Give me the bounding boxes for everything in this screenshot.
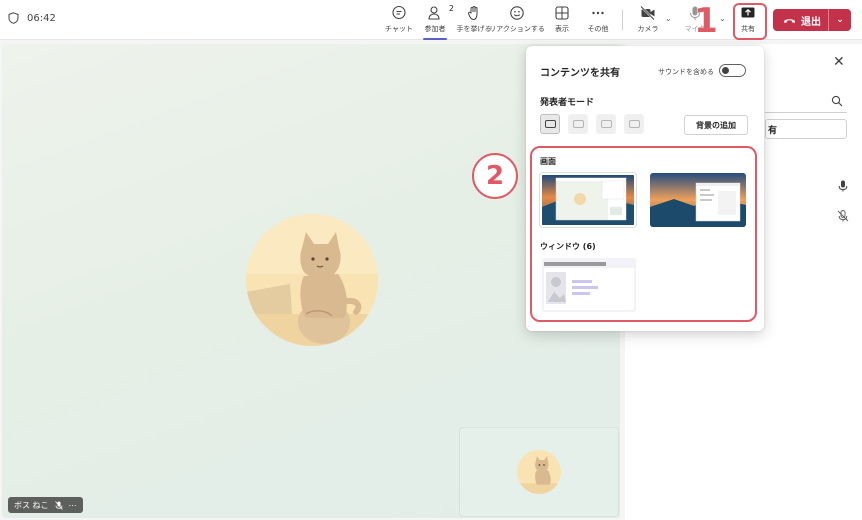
participant-avatar [246, 214, 378, 346]
mic-icon [838, 180, 848, 192]
name-tag-more-icon[interactable]: ⋯ [69, 501, 77, 510]
more-icon [592, 11, 604, 15]
raise-hand-label: 手を挙げる [456, 25, 492, 33]
hand-icon [468, 6, 478, 21]
timer-text: 06:42 [27, 12, 56, 24]
cat-avatar-image [246, 214, 378, 346]
side-by-side-icon [600, 120, 612, 128]
people-icon [428, 6, 440, 20]
presenter-mode-label: 発表者モード [540, 98, 595, 108]
leave-main[interactable]: 退出 [773, 9, 829, 31]
presenter-mode-content-only[interactable] [540, 114, 560, 134]
shield-icon [8, 12, 19, 24]
standout-icon [572, 120, 584, 128]
camera-button[interactable]: カメラ [636, 5, 660, 37]
phone-icon [784, 19, 795, 23]
presenter-mode-side-by-side[interactable] [596, 114, 616, 134]
chat-label: チャット [385, 25, 413, 33]
view-button[interactable]: 表示 [550, 5, 574, 37]
people-button[interactable]: 2 参加者 [419, 4, 454, 40]
add-background-button[interactable]: 背景の追加 [684, 115, 748, 135]
reporter-icon [628, 120, 640, 128]
annotation-number-2: 2 [472, 153, 518, 199]
presenter-mode-reporter[interactable] [624, 114, 644, 134]
raise-hand-button[interactable]: 手を挙げる [456, 5, 492, 37]
people-count: 2 [448, 4, 454, 13]
camera-label: カメラ [637, 25, 659, 33]
more-button[interactable]: その他 [586, 5, 610, 37]
people-label: 参加者 [424, 25, 446, 33]
emoji-icon [510, 6, 524, 20]
leave-label: 退出 [801, 16, 821, 28]
reactions-label: リアクションする [489, 25, 545, 33]
search-icon [831, 95, 843, 107]
mic-muted-icon [837, 210, 849, 222]
content-only-icon [544, 120, 556, 128]
more-label: その他 [587, 25, 609, 33]
self-avatar [517, 450, 561, 494]
people-search[interactable] [765, 91, 847, 113]
view-label: 表示 [555, 25, 569, 33]
meeting-timer: 06:42 [8, 12, 56, 24]
chat-icon [392, 5, 406, 20]
chat-button[interactable]: チャット [385, 5, 413, 37]
annotation-box-share [733, 3, 767, 40]
participant-name: ボス ねこ [14, 500, 49, 510]
camera-options-chevron[interactable]: ⌄ [665, 14, 672, 23]
share-popup-title: コンテンツを共有 [540, 68, 620, 79]
participant-name-tag: ボス ねこ ⋯ [8, 497, 83, 513]
annotation-box-share-targets [530, 146, 757, 322]
leave-options-chevron[interactable]: ⌄ [829, 15, 851, 25]
leave-button[interactable]: 退出 ⌄ [773, 9, 851, 31]
self-view-tile[interactable] [459, 427, 619, 517]
include-sound-label: サウンドを含める [658, 68, 714, 76]
camera-off-icon [640, 5, 655, 21]
cat-avatar-small-image [517, 450, 561, 494]
toggle-knob [722, 67, 729, 74]
include-sound-toggle[interactable] [719, 64, 746, 77]
toolbar-divider [622, 10, 623, 30]
close-icon[interactable]: ✕ [833, 54, 845, 70]
grid-icon [555, 6, 569, 20]
presenter-mode-standout[interactable] [568, 114, 588, 134]
mic-muted-icon [54, 500, 63, 510]
reactions-button[interactable]: リアクションする [489, 5, 545, 37]
annotation-number-1: 1 [694, 1, 718, 41]
share-invite-button[interactable]: 有 [765, 119, 847, 139]
share-invite-label: 有 [768, 125, 778, 136]
